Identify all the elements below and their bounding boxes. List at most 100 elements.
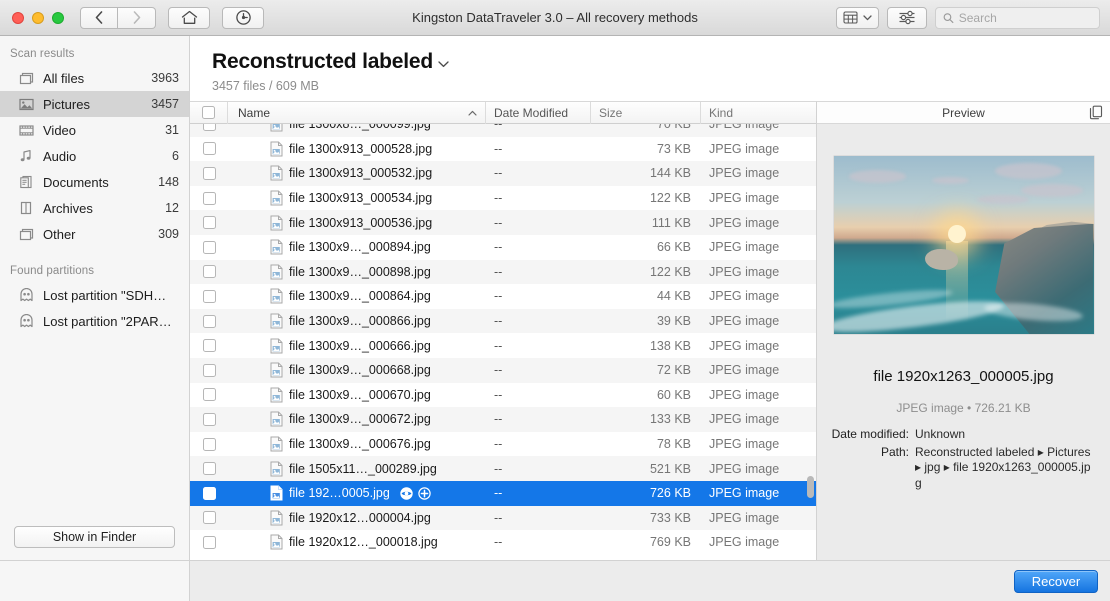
row-checkbox-cell[interactable] [190,192,228,205]
row-checkbox[interactable] [203,290,216,303]
sidebar-item-all-files[interactable]: All files 3963 [0,65,189,91]
row-name-cell: file 1300x9…_000672.jpg [228,411,486,427]
table-row[interactable]: file 1300x9…_000666.jpg -- 138 KB JPEG i… [190,333,816,358]
sidebar-item-video[interactable]: Video 31 [0,117,189,143]
sidebar-item-archives[interactable]: Archives 12 [0,195,189,221]
table-row[interactable]: file 1300x9…_000670.jpg -- 60 KB JPEG im… [190,383,816,408]
table-row[interactable]: file 1300x9…_000894.jpg -- 66 KB JPEG im… [190,235,816,260]
row-checkbox[interactable] [203,511,216,524]
row-checkbox-cell[interactable] [190,142,228,155]
row-checkbox-cell[interactable] [190,290,228,303]
chevron-down-icon[interactable] [438,61,449,68]
sidebar-item-count: 6 [172,149,179,163]
jpeg-file-icon [270,362,283,378]
row-checkbox[interactable] [203,364,216,377]
row-checkbox-cell[interactable] [190,511,228,524]
table-row[interactable]: file 1920x12…_000018.jpg -- 769 KB JPEG … [190,530,816,555]
row-checkbox-cell[interactable] [190,413,228,426]
row-checkbox[interactable] [203,265,216,278]
row-checkbox-cell[interactable] [190,462,228,475]
row-checkbox[interactable] [203,388,216,401]
table-row[interactable]: file 1505x11…_000289.jpg -- 521 KB JPEG … [190,456,816,481]
back-button[interactable] [80,7,118,29]
sidebar-item-pictures[interactable]: Pictures 3457 [0,91,189,117]
row-checkbox[interactable] [203,192,216,205]
jpeg-file-icon [270,239,283,255]
vertical-scrollbar[interactable] [807,476,814,498]
table-row[interactable]: file 1300x9…_000676.jpg -- 78 KB JPEG im… [190,432,816,457]
sidebar-item-lost-partition-sdh[interactable]: Lost partition "SDH… [0,282,189,308]
table-row[interactable]: file 1300x913_000536.jpg -- 111 KB JPEG … [190,210,816,235]
row-date-modified: -- [486,191,591,205]
row-checkbox-cell[interactable] [190,265,228,278]
row-checkbox[interactable] [203,462,216,475]
table-row[interactable]: file 1920x12…000004.jpg -- 733 KB JPEG i… [190,506,816,531]
row-checkbox-cell[interactable] [190,438,228,451]
home-button[interactable] [168,7,210,29]
row-checkbox[interactable] [203,315,216,328]
table-row[interactable]: file 1300x8…_000099.jpg -- 70 KB JPEG im… [190,124,816,137]
zoom-button[interactable] [52,12,64,24]
table-row[interactable]: file 1300x9…_000668.jpg -- 72 KB JPEG im… [190,358,816,383]
row-checkbox[interactable] [203,216,216,229]
table-row[interactable]: file 1300x913_000534.jpg -- 122 KB JPEG … [190,186,816,211]
table-row[interactable]: file 1300x9…_000866.jpg -- 39 KB JPEG im… [190,309,816,334]
page-title-row[interactable]: Reconstructed labeled [212,50,1110,74]
row-checkbox[interactable] [203,241,216,254]
eye-icon[interactable] [400,487,413,500]
row-checkbox[interactable] [203,487,216,500]
column-header-name[interactable]: Name [228,102,486,124]
column-header-date-modified[interactable]: Date Modified [486,102,591,124]
row-checkbox-cell[interactable] [190,315,228,328]
search-input[interactable] [959,11,1092,25]
row-checkbox-cell[interactable] [190,364,228,377]
recover-button[interactable]: Recover [1014,570,1098,593]
forward-button[interactable] [118,7,156,29]
table-row[interactable]: file 192…0005.jpg -- 726 KB JPEG image [190,481,816,506]
row-checkbox[interactable] [203,142,216,155]
row-checkbox-cell[interactable] [190,536,228,549]
row-date-modified: -- [486,289,591,303]
show-in-finder-button[interactable]: Show in Finder [14,526,175,548]
row-checkbox-cell[interactable] [190,216,228,229]
row-checkbox[interactable] [203,124,216,131]
table-row[interactable]: file 1300x9…_000864.jpg -- 44 KB JPEG im… [190,284,816,309]
row-checkbox-cell[interactable] [190,388,228,401]
row-checkbox[interactable] [203,167,216,180]
table-row[interactable]: file 1300x913_000532.jpg -- 144 KB JPEG … [190,161,816,186]
plus-circle-icon[interactable] [418,487,431,500]
row-checkbox-cell[interactable] [190,339,228,352]
search-field[interactable] [935,7,1100,29]
sidebar-item-lost-partition-2par[interactable]: Lost partition "2PAR… [0,308,189,334]
row-checkbox-cell[interactable] [190,124,228,131]
sidebar-item-other[interactable]: Other 309 [0,221,189,247]
view-mode-button[interactable] [836,7,879,29]
select-all-header[interactable] [190,102,228,124]
sidebar-item-documents[interactable]: Documents 148 [0,169,189,195]
table-row[interactable]: file 1300x9…_000898.jpg -- 122 KB JPEG i… [190,260,816,285]
picture-icon [18,96,34,112]
history-button[interactable] [222,7,264,29]
row-file-name: file 1300x913_000536.jpg [289,216,432,230]
row-checkbox[interactable] [203,413,216,426]
select-all-checkbox[interactable] [202,106,215,119]
filter-settings-button[interactable] [887,7,927,29]
row-checkbox[interactable] [203,438,216,451]
row-checkbox-cell[interactable] [190,241,228,254]
column-header-size[interactable]: Size [591,102,701,124]
sidebar-item-label: Documents [43,175,149,190]
row-checkbox-cell[interactable] [190,167,228,180]
table-row[interactable]: file 1300x913_000528.jpg -- 73 KB JPEG i… [190,137,816,162]
column-header-kind[interactable]: Kind [701,102,816,124]
row-checkbox-cell[interactable] [190,487,228,500]
row-checkbox[interactable] [203,536,216,549]
table-body: file 1300x8…_000099.jpg -- 70 KB JPEG im… [190,124,816,560]
jpeg-file-icon [270,510,283,526]
close-button[interactable] [12,12,24,24]
row-checkbox[interactable] [203,339,216,352]
sidebar-item-audio[interactable]: Audio 6 [0,143,189,169]
duplicate-icon[interactable] [1089,105,1103,123]
minimize-button[interactable] [32,12,44,24]
row-name-cell: file 1300x9…_000668.jpg [228,362,486,378]
table-row[interactable]: file 1300x9…_000672.jpg -- 133 KB JPEG i… [190,407,816,432]
